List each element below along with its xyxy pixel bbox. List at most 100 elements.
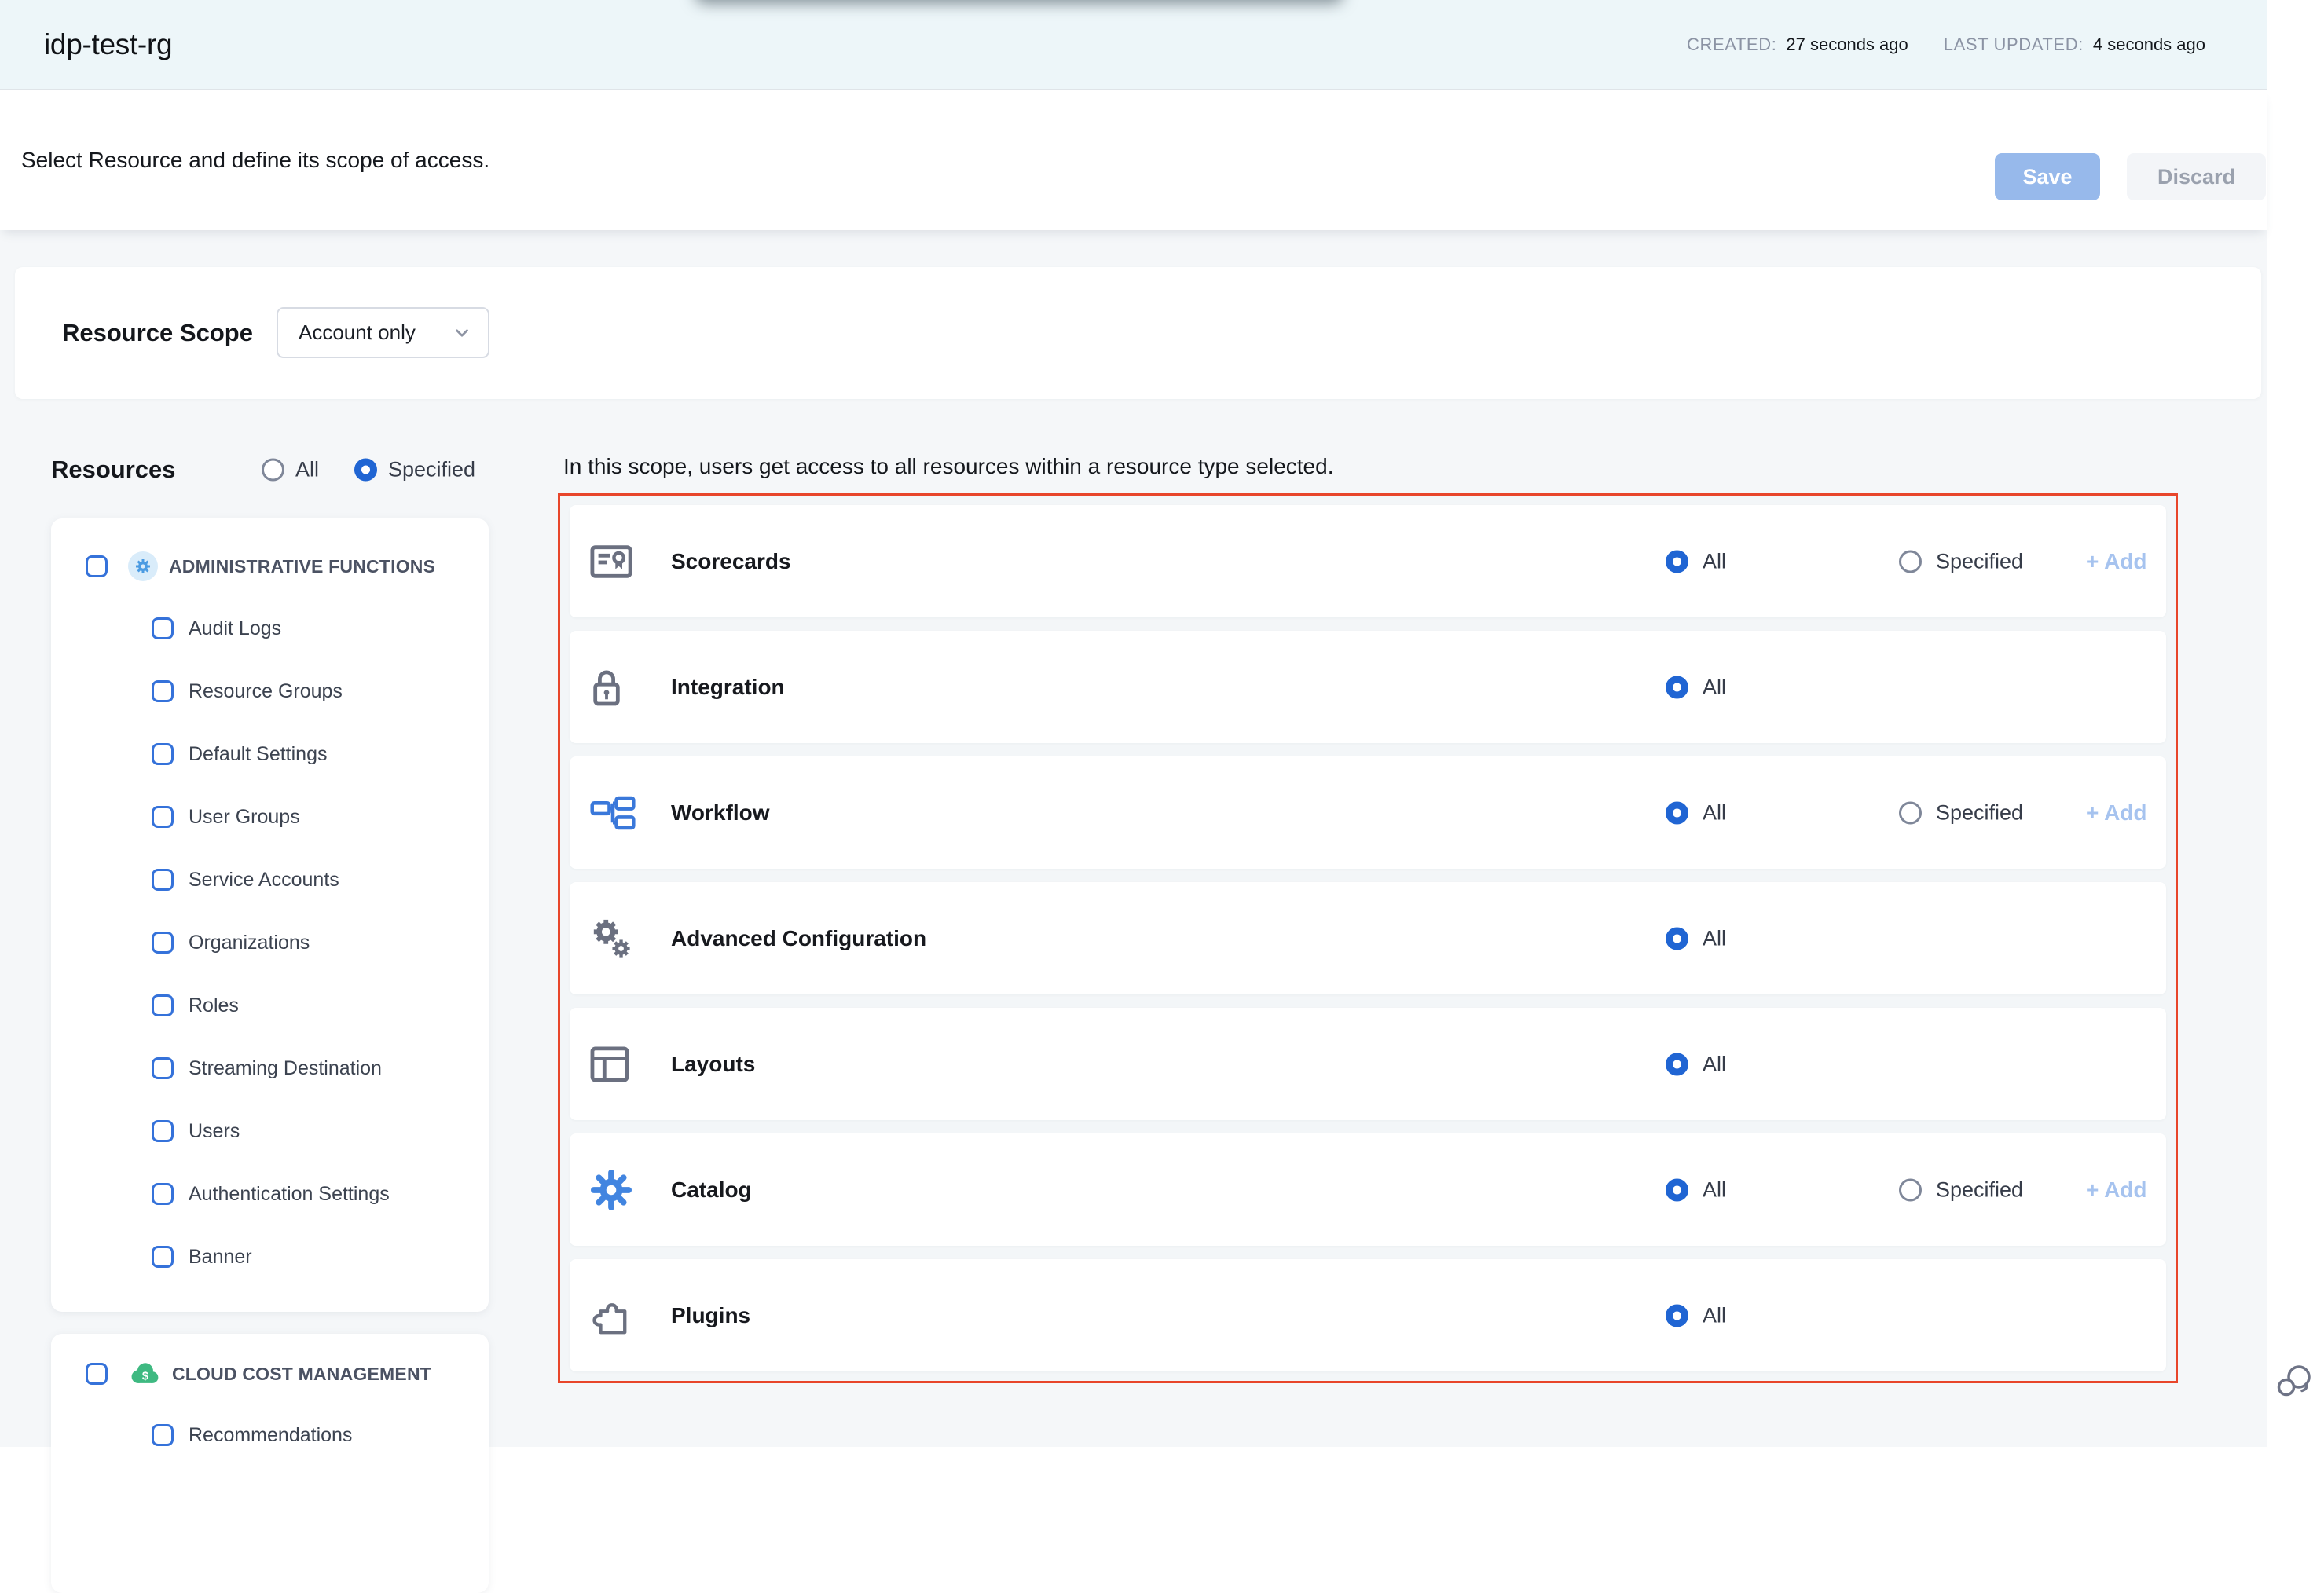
app-container: idp-test-rg CREATED: 27 seconds ago LAST… (0, 0, 2267, 1447)
resource-item-label: Authentication Settings (189, 1183, 390, 1206)
resource-item-label: Banner (189, 1246, 252, 1269)
radio-selected-icon[interactable] (354, 459, 377, 482)
radio-selected-icon[interactable] (1666, 550, 1688, 573)
checkbox[interactable] (152, 806, 174, 828)
radio-all[interactable]: All (1666, 675, 1726, 699)
radio-selected-icon[interactable] (1666, 1178, 1688, 1201)
page-header: idp-test-rg CREATED: 27 seconds ago LAST… (0, 0, 2267, 90)
resource-item-users: Users (51, 1100, 489, 1163)
updated-label: LAST UPDATED: (1944, 35, 2084, 55)
radio-selected-icon[interactable] (1666, 927, 1688, 950)
radio-selected-icon[interactable] (1666, 801, 1688, 824)
checkbox[interactable] (152, 1424, 174, 1446)
checkbox[interactable] (152, 1120, 174, 1142)
group-label: CLOUD COST MANAGEMENT (172, 1364, 431, 1385)
scorecard-icon (590, 544, 632, 578)
resource-item-service-accounts: Service Accounts (51, 848, 489, 911)
checkbox[interactable] (152, 1057, 174, 1079)
radio-selected-icon[interactable] (1666, 1304, 1688, 1327)
resources-header: Resources All Specified (51, 448, 489, 492)
toolbar-subtitle: Select Resource and define its scope of … (21, 148, 489, 173)
chat-bubbles-icon[interactable] (2277, 1364, 2313, 1402)
radio-all[interactable]: All (1666, 1303, 1726, 1328)
resource-item-default-settings: Default Settings (51, 723, 489, 786)
resource-item-recommendations: Recommendations (51, 1404, 489, 1467)
gear-icon (590, 1169, 632, 1211)
created-value: 27 seconds ago (1786, 35, 1908, 55)
add-link[interactable]: + Add (2086, 800, 2147, 826)
radio-specified[interactable]: Specified (1899, 1177, 2023, 1202)
checkbox[interactable] (152, 869, 174, 891)
checkbox[interactable] (152, 1183, 174, 1205)
resource-item-label: Default Settings (189, 743, 328, 766)
resource-type-label: Advanced Configuration (671, 926, 926, 951)
group-header-administrative-functions: ADMINISTRATIVE FUNCTIONS (51, 544, 489, 588)
radio-selected-icon[interactable] (1666, 676, 1688, 698)
add-link[interactable]: + Add (2086, 549, 2147, 574)
toolbar: Select Resource and define its scope of … (0, 90, 2267, 230)
resource-item-label: Streaming Destination (189, 1057, 382, 1080)
scope-note: In this scope, users get access to all r… (563, 454, 1333, 479)
resource-type-row-plugins: PluginsAll (570, 1259, 2166, 1371)
resource-type-label: Scorecards (671, 549, 791, 574)
gears-icon (590, 917, 632, 960)
radio-selected-icon[interactable] (1666, 1053, 1688, 1075)
checkbox[interactable] (152, 680, 174, 702)
resource-item-label: Resource Groups (189, 680, 343, 703)
radio-unselected-icon[interactable] (262, 459, 284, 482)
radio-specified[interactable]: Specified (1899, 800, 2023, 825)
radio-unselected-icon[interactable] (1899, 1178, 1922, 1201)
created-meta: CREATED: 27 seconds ago (1687, 35, 1908, 55)
checkbox[interactable] (152, 932, 174, 954)
resource-item-label: Service Accounts (189, 869, 339, 892)
radio-unselected-icon[interactable] (1899, 801, 1922, 824)
resource-type-row-layouts: Layouts All (570, 1008, 2166, 1120)
radio-all[interactable]: All (1666, 1177, 1726, 1202)
resource-type-row-scorecards: Scorecards All Specified + Add (570, 505, 2166, 617)
checkbox[interactable] (152, 617, 174, 639)
lock-icon (590, 668, 623, 707)
resource-type-label: Layouts (671, 1052, 755, 1077)
radio-unselected-icon[interactable] (1899, 550, 1922, 573)
resource-item-authentication-settings: Authentication Settings (51, 1163, 489, 1225)
workflow-icon (590, 796, 636, 830)
save-button[interactable]: Save (1995, 153, 2100, 200)
resource-type-label: Workflow (671, 800, 769, 826)
radio-specified[interactable]: Specified (1899, 549, 2023, 573)
resource-item-label: Users (189, 1120, 240, 1143)
resource-type-row-integration: IntegrationAll (570, 631, 2166, 743)
resource-item-label: Audit Logs (189, 617, 281, 640)
resource-scope-dropdown[interactable]: Account only (277, 307, 489, 358)
resources-radio-all[interactable]: All (262, 458, 319, 482)
resource-types-highlight-box: Scorecards All Specified + Add IntegrationA… (558, 493, 2178, 1383)
checkbox[interactable] (152, 743, 174, 765)
resource-type-row-advanced-configuration: Advanced Configuration All (570, 882, 2166, 994)
discard-button[interactable]: Discard (2127, 153, 2266, 200)
group-header-cloud-cost-management: $ CLOUD COST MANAGEMENT (51, 1352, 489, 1396)
resources-list: Recommendations (51, 1404, 489, 1467)
resources-radio-specified[interactable]: Specified (354, 458, 475, 482)
cloud-dollar-icon: $ (128, 1361, 161, 1386)
svg-text:$: $ (142, 1370, 148, 1382)
checkbox[interactable] (152, 1246, 174, 1268)
checkbox[interactable] (152, 994, 174, 1016)
resource-group-card-cloud-cost-management: $ CLOUD COST MANAGEMENT Recommendations (51, 1334, 489, 1593)
group-checkbox[interactable] (86, 555, 108, 577)
radio-all[interactable]: All (1666, 926, 1726, 950)
group-checkbox[interactable] (86, 1363, 108, 1385)
resource-type-row-catalog: Catalog All Specified + Add (570, 1133, 2166, 1246)
radio-all[interactable]: All (1666, 800, 1726, 825)
resource-item-label: Recommendations (189, 1424, 352, 1447)
resource-type-label: Catalog (671, 1177, 752, 1203)
resource-item-streaming-destination: Streaming Destination (51, 1037, 489, 1100)
add-link[interactable]: + Add (2086, 1177, 2147, 1203)
resource-item-label: Organizations (189, 932, 310, 954)
resource-item-resource-groups: Resource Groups (51, 660, 489, 723)
resource-group-card-administrative-functions: ADMINISTRATIVE FUNCTIONS Audit Logs Resou… (51, 518, 489, 1312)
gear-circle-icon (128, 551, 158, 581)
layout-icon (590, 1046, 629, 1082)
radio-all[interactable]: All (1666, 549, 1726, 573)
resource-scope-card: Resource Scope Account only (15, 267, 2261, 399)
radio-all[interactable]: All (1666, 1052, 1726, 1076)
resource-item-organizations: Organizations (51, 911, 489, 974)
